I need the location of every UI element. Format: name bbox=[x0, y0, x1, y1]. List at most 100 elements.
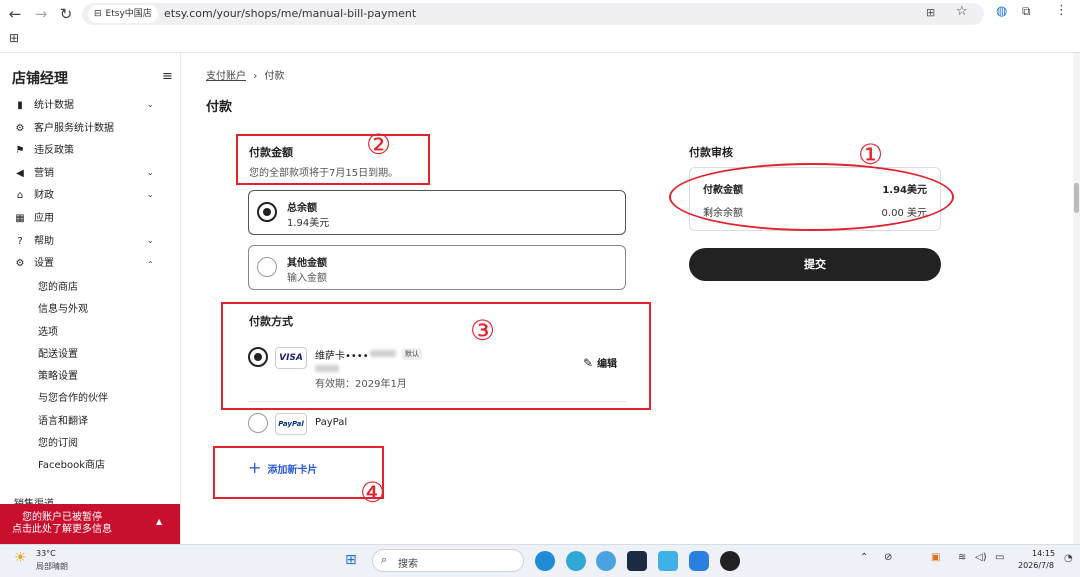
page-scrollbar[interactable] bbox=[1073, 53, 1080, 544]
site-chip-label: Etsy中国店 bbox=[105, 9, 152, 19]
cat-app-icon[interactable] bbox=[627, 551, 647, 571]
breadcrumb-separator: › bbox=[253, 71, 258, 82]
plus-icon: + bbox=[248, 458, 262, 477]
sidebar-item-label: 客户服务统计数据 bbox=[34, 123, 114, 134]
bank-icon: ⌂ bbox=[16, 190, 24, 201]
sidebar-subitem-options[interactable]: 选项 bbox=[38, 323, 58, 343]
search-label: 搜索 bbox=[398, 559, 418, 570]
sidebar-item-label: 帮助 bbox=[34, 236, 54, 247]
tray-overflow-icon[interactable]: ⌃ bbox=[860, 552, 868, 563]
volume-icon[interactable]: ◁) bbox=[975, 552, 987, 563]
edge-browser-icon[interactable] bbox=[535, 551, 555, 571]
method-section-title: 付款方式 bbox=[249, 315, 293, 328]
chat-app-icon[interactable] bbox=[596, 551, 616, 571]
sidebar-item-stats[interactable]: ▮ 统计数据 bbox=[14, 96, 74, 116]
chevron-down-icon[interactable]: ⌄ bbox=[147, 190, 154, 199]
cardholder-redacted bbox=[315, 365, 339, 372]
notification-icon[interactable]: ◔ bbox=[1064, 553, 1073, 564]
breadcrumb: 支付账户 › 付款 bbox=[206, 70, 284, 84]
tray-app-icon[interactable]: ⊘ bbox=[884, 552, 892, 563]
chevron-up-icon[interactable]: ▲ bbox=[156, 516, 162, 528]
grid-icon: ▦ bbox=[15, 213, 25, 224]
browser-app-icon[interactable] bbox=[566, 551, 586, 571]
sidebar-item-cs-stats[interactable]: ⚙ 客户服务统计数据 bbox=[14, 119, 114, 139]
vpn-app-icon[interactable] bbox=[689, 551, 709, 571]
visa-logo: VISA bbox=[275, 347, 307, 369]
pencil-icon: ✎ bbox=[583, 355, 594, 370]
weather-desc: 局部晴朗 bbox=[36, 562, 68, 571]
annotation-number-4: ④ bbox=[360, 476, 386, 509]
sidebar-item-policy[interactable]: ⚑ 违反政策 bbox=[14, 141, 74, 161]
sidebar-subitem-policies[interactable]: 策略设置 bbox=[38, 367, 78, 387]
bookmark-star-icon[interactable]: ☆ bbox=[956, 4, 968, 19]
sidebar-item-apps[interactable]: ▦ 应用 bbox=[14, 209, 54, 229]
page-title: 付款 bbox=[206, 100, 233, 115]
alert-line-2: 点击此处了解更多信息 bbox=[12, 524, 112, 535]
sidebar-title: 店铺经理 bbox=[12, 71, 68, 87]
review-title: 付款审核 bbox=[689, 146, 733, 159]
wifi-icon[interactable]: ≋ bbox=[958, 552, 966, 563]
forward-icon[interactable]: → bbox=[30, 1, 52, 27]
radio-visa-selected[interactable] bbox=[248, 347, 268, 367]
chevron-up-icon[interactable]: ⌃ bbox=[147, 260, 154, 269]
account-suspended-banner[interactable]: 您的账户已被暂停 点击此处了解更多信息 ▲ bbox=[0, 504, 180, 544]
add-card-button[interactable]: + 添加新卡片 bbox=[248, 460, 317, 476]
chevron-down-icon[interactable]: ⌄ bbox=[147, 100, 154, 109]
windows-start-icon[interactable]: ⊞ bbox=[345, 552, 357, 568]
clock-date[interactable]: 2026/7/8 bbox=[1018, 561, 1054, 570]
sidebar-item-help[interactable]: ? 帮助 bbox=[14, 232, 54, 252]
chevron-down-icon[interactable]: ⌄ bbox=[147, 236, 154, 245]
reload-icon[interactable]: ↻ bbox=[55, 1, 77, 27]
sidebar-item-settings[interactable]: ⚙ 设置 bbox=[14, 254, 54, 274]
radio-paypal[interactable] bbox=[248, 413, 268, 433]
sidebar-subitem-partners[interactable]: 与您合作的伙伴 bbox=[38, 389, 108, 409]
site-info-chip[interactable]: ⊟ Etsy中国店 bbox=[88, 5, 158, 23]
browser-toolbar: ← → ↻ ⊟ Etsy中国店 etsy.com/your/shops/me/m… bbox=[0, 0, 1080, 53]
edit-label: 编辑 bbox=[597, 359, 618, 370]
url-text[interactable]: etsy.com/your/shops/me/manual-bill-payme… bbox=[164, 4, 416, 24]
translate-icon[interactable]: ⊞ bbox=[926, 6, 935, 19]
edit-card-button[interactable]: ✎ 编辑 bbox=[583, 355, 618, 371]
sidebar-subitem-shop[interactable]: 您的商店 bbox=[38, 278, 78, 298]
chevron-down-icon[interactable]: ⌄ bbox=[147, 168, 154, 177]
sidebar-item-marketing[interactable]: ◀ 营销 bbox=[14, 164, 54, 184]
qq-icon[interactable] bbox=[720, 551, 740, 571]
add-card-label: 添加新卡片 bbox=[267, 464, 318, 476]
search-icon: ⌕ bbox=[381, 553, 388, 566]
globe-icon[interactable]: ◍ bbox=[996, 4, 1007, 19]
apps-grid-icon[interactable]: ⊞ bbox=[9, 31, 19, 45]
amount-option-total[interactable]: 总余额 1.94美元 bbox=[248, 190, 626, 235]
sidebar-subitem-shipping[interactable]: 配送设置 bbox=[38, 345, 78, 365]
default-badge: 默认 bbox=[402, 348, 422, 360]
network-app-icon[interactable] bbox=[658, 551, 678, 571]
option-value: 1.94美元 bbox=[287, 218, 330, 229]
sidebar-subitem-subscription[interactable]: 您的订阅 bbox=[38, 434, 78, 454]
extensions-icon[interactable]: ⧉ bbox=[1022, 4, 1031, 19]
sidebar-subitem-language[interactable]: 语言和翻译 bbox=[38, 412, 88, 432]
radio-other[interactable] bbox=[257, 257, 277, 277]
sidebar-subitem-info[interactable]: 信息与外观 bbox=[38, 300, 88, 320]
tray-app-icon-2[interactable]: ▣ bbox=[931, 552, 940, 563]
option-title: 其他金额 bbox=[287, 258, 327, 269]
annotation-number-1: ① bbox=[858, 138, 884, 171]
option-title: 总余额 bbox=[287, 203, 317, 214]
scrollbar-thumb[interactable] bbox=[1074, 183, 1079, 213]
submit-button[interactable]: 提交 bbox=[689, 248, 941, 281]
sidebar-subitem-facebook[interactable]: Facebook商店 bbox=[38, 456, 105, 476]
hamburger-icon[interactable]: ≡ bbox=[162, 69, 173, 84]
weather-icon[interactable]: ☀ bbox=[14, 550, 27, 566]
flag-icon: ⚑ bbox=[15, 145, 25, 156]
annotation-number-2: ② bbox=[366, 128, 392, 161]
clock-time[interactable]: 14:15 bbox=[1032, 549, 1055, 558]
battery-icon[interactable]: ▭ bbox=[995, 552, 1004, 563]
amount-option-other[interactable]: 其他金额 输入金额 bbox=[248, 245, 626, 290]
back-icon[interactable]: ← bbox=[4, 1, 26, 27]
sidebar-item-finance[interactable]: ⌂ 财政 bbox=[14, 186, 54, 206]
site-icon: ⊟ bbox=[94, 9, 102, 19]
breadcrumb-parent[interactable]: 支付账户 bbox=[206, 71, 246, 82]
menu-icon[interactable]: ⋮ bbox=[1055, 3, 1068, 18]
sidebar-item-label: 违反政策 bbox=[34, 145, 74, 156]
option-placeholder[interactable]: 输入金额 bbox=[287, 269, 327, 284]
taskbar-search[interactable]: ⌕ 搜索 bbox=[372, 549, 524, 572]
radio-total-selected[interactable] bbox=[257, 202, 277, 222]
